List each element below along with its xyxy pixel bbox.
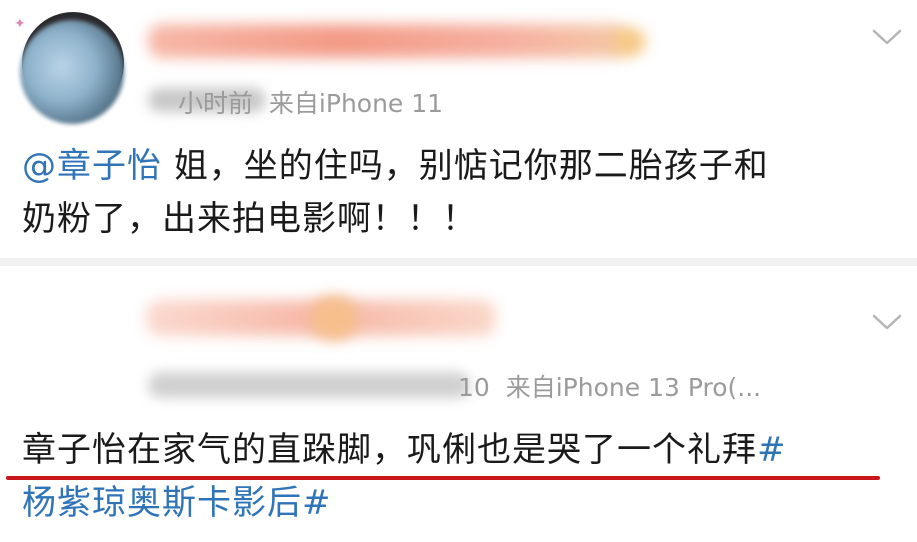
timestamp-blurred xyxy=(148,372,470,398)
user-badge-blurred xyxy=(310,296,358,340)
post-meta: 10 来自iPhone 13 Pro(... xyxy=(458,368,761,404)
source-label: 来自iPhone 11 xyxy=(268,89,444,118)
comment-text-line2: 奶粉了，出来拍电影啊！！！ xyxy=(22,199,477,239)
source-prefix: 来自 xyxy=(505,373,556,402)
divider xyxy=(0,258,917,266)
post-meta: 小时前 来自iPhone 11 xyxy=(178,84,443,120)
avatar[interactable] xyxy=(20,20,124,124)
timestamp: 10 xyxy=(458,373,490,402)
hashtag-link[interactable]: 杨紫琼奥斯卡影后# xyxy=(22,483,332,523)
decoration-icon: ✦ xyxy=(14,16,26,32)
chevron-down-icon[interactable] xyxy=(872,27,902,47)
username-blurred[interactable] xyxy=(148,24,628,58)
timestamp: 小时前 xyxy=(178,89,254,118)
mention-link[interactable]: @章子怡 xyxy=(22,146,162,186)
source-label: iPhone 13 Pro(... xyxy=(555,373,762,402)
user-badge-blurred xyxy=(612,28,646,56)
chevron-down-icon[interactable] xyxy=(872,312,902,332)
comment-text: @章子怡 姐，坐的住吗，别惦记你那二胎孩子和 奶粉了，出来拍电影啊！！！ xyxy=(22,140,892,246)
red-underline xyxy=(6,476,880,480)
hashtag-link[interactable]: # xyxy=(757,430,787,470)
comment-text-line1: 章子怡在家气的直跺脚，巩俐也是哭了一个礼拜 xyxy=(22,430,757,470)
comment-text-line1: 姐，坐的住吗，别惦记你那二胎孩子和 xyxy=(173,146,769,186)
